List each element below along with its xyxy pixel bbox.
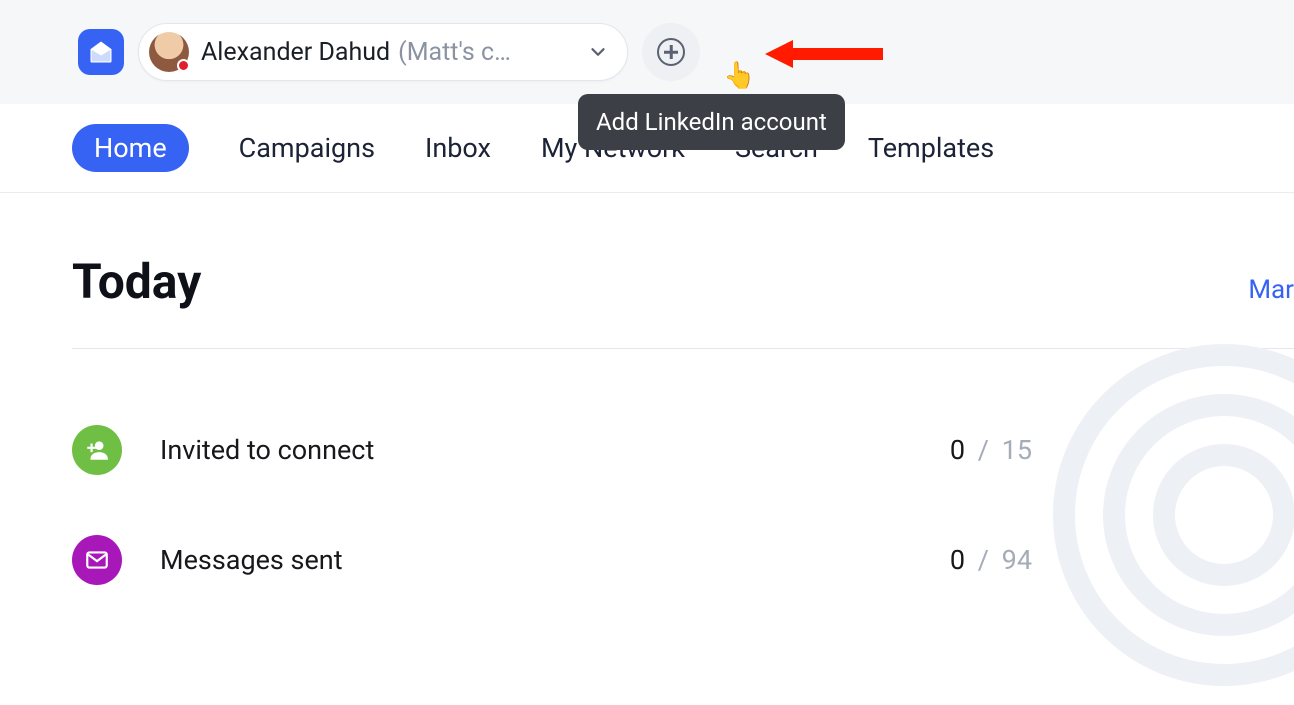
- tab-templates[interactable]: Templates: [868, 132, 994, 164]
- add-account-button[interactable]: [642, 23, 700, 81]
- stats-list: Invited to connect 0 / 15 Messages sent …: [72, 349, 1294, 585]
- tab-campaigns[interactable]: Campaigns: [239, 132, 375, 164]
- stat-row-messages: Messages sent 0 / 94: [72, 535, 1032, 585]
- tooltip: Add LinkedIn account: [578, 94, 845, 150]
- today-header: Today Mar: [72, 253, 1294, 349]
- stat-separator: /: [972, 544, 995, 576]
- stat-max: 15: [1002, 434, 1032, 466]
- chevron-down-icon: [587, 41, 609, 63]
- manage-link[interactable]: Mar: [1248, 275, 1294, 305]
- stat-value: 0: [950, 544, 965, 576]
- stat-label: Messages sent: [160, 544, 912, 576]
- pointer-cursor-icon: 👆: [723, 63, 755, 89]
- account-selector[interactable]: Alexander Dahud (Matt's c…: [138, 23, 628, 81]
- stat-value-group: 0 / 94: [950, 544, 1032, 576]
- avatar: [149, 32, 189, 72]
- page-title: Today: [72, 253, 201, 310]
- tab-inbox[interactable]: Inbox: [425, 132, 491, 164]
- account-subtitle: (Matt's c…: [398, 38, 511, 67]
- envelope-open-icon: [87, 38, 115, 66]
- account-name: Alexander Dahud: [201, 38, 390, 67]
- stat-value-group: 0 / 15: [950, 434, 1032, 466]
- stat-value: 0: [950, 434, 965, 466]
- tab-home[interactable]: Home: [72, 124, 189, 172]
- status-dot-icon: [177, 59, 190, 72]
- main-content: Today Mar Invited to connect 0 / 15 Mess…: [0, 193, 1294, 585]
- stat-separator: /: [972, 434, 995, 466]
- annotation-arrow-icon: [765, 34, 885, 74]
- stat-row-invited: Invited to connect 0 / 15: [72, 425, 1032, 475]
- mail-icon: [72, 535, 122, 585]
- invite-icon: [72, 425, 122, 475]
- plus-circle-icon: [657, 38, 685, 66]
- top-bar: Alexander Dahud (Matt's c… 👆: [0, 0, 1294, 104]
- stat-label: Invited to connect: [160, 434, 912, 466]
- app-logo: [78, 29, 124, 75]
- stat-max: 94: [1002, 544, 1032, 576]
- account-label: Alexander Dahud (Matt's c…: [201, 38, 511, 67]
